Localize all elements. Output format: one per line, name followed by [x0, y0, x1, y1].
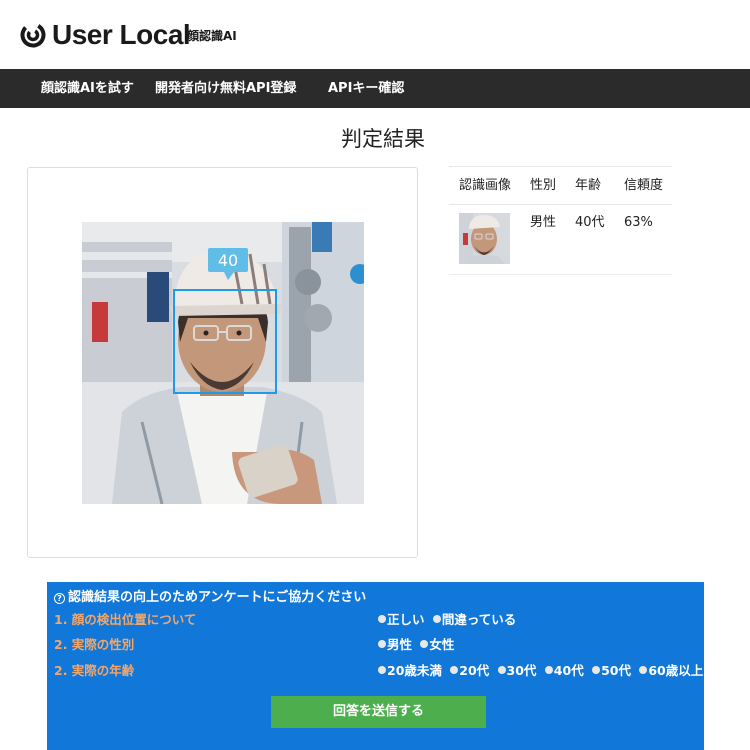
radio-icon [378, 615, 386, 623]
radio-icon [420, 640, 429, 648]
table-row: 男性 40代 63% [449, 205, 672, 275]
radio-icon [378, 640, 386, 648]
question-label-gender: 2. 実際の性別 [54, 637, 135, 652]
radio-age-50s[interactable]: 50代 [592, 663, 631, 679]
result-age: 40代 [575, 215, 605, 230]
analyzed-photo: 40 [82, 222, 364, 504]
radio-icon [497, 666, 506, 674]
nav-item-api-key[interactable]: APIキー確認 [328, 69, 404, 108]
face-thumbnail [459, 213, 510, 264]
survey-title: ? 認識結果の向上のためアンケートにご協力ください [54, 590, 366, 606]
radio-position-wrong[interactable]: 間違っている [432, 612, 516, 628]
result-confidence: 63% [624, 215, 653, 230]
result-gender: 男性 [530, 215, 557, 230]
header-confidence: 信頼度 [624, 178, 664, 193]
radio-age-60plus[interactable]: 60歳以上 [639, 663, 703, 679]
radio-age-20s[interactable]: 20代 [450, 663, 489, 679]
product-name: 顔認識AI [187, 29, 237, 43]
nav-item-try-face-ai[interactable]: 顔認識AIを試す [41, 69, 134, 108]
submit-survey-button[interactable]: 回答を送信する [271, 696, 486, 728]
question-label-position: 1. 顔の検出位置について [54, 612, 197, 627]
radio-icon [592, 666, 601, 674]
survey-panel: ? 認識結果の向上のためアンケートにご協力ください 1. 顔の検出位置について 正… [47, 582, 704, 750]
radio-icon [450, 666, 459, 674]
header-age: 年齢 [575, 178, 602, 193]
site-header: User Local 顔認識AI [0, 0, 750, 69]
results-table: 認識画像 性別 年齢 信頼度 男性 40代 63% [449, 166, 672, 275]
radio-icon [432, 615, 441, 623]
radio-age-40s[interactable]: 40代 [544, 663, 584, 679]
radio-position-correct[interactable]: 正しい [378, 612, 425, 628]
age-bubble-label: 40 [217, 251, 239, 270]
header-recognized-image: 認識画像 [459, 178, 512, 193]
radio-age-30s[interactable]: 30代 [497, 663, 536, 679]
radio-age-under20[interactable]: 20歳未満 [378, 663, 442, 679]
brand-name[interactable]: User Local [52, 19, 191, 51]
radio-icon [544, 666, 553, 674]
radio-icon [378, 666, 386, 674]
options-age: 20歳未満 20代 30代 40代 50代 60歳以上 [378, 663, 707, 679]
main-navbar: 顔認識AIを試す 開発者向け無料API登録 APIキー確認 [0, 69, 750, 108]
radio-icon [639, 666, 648, 674]
analysis-image-panel: 40 [27, 167, 418, 558]
options-gender: 男性 女性 [378, 637, 458, 653]
radio-gender-female[interactable]: 女性 [420, 637, 454, 653]
results-header-row: 認識画像 性別 年齢 信頼度 [449, 166, 672, 205]
page-title: 判定結果 [341, 127, 425, 151]
userlocal-logo-icon[interactable] [20, 22, 46, 48]
options-position: 正しい 間違っている [378, 612, 520, 628]
nav-item-api-register[interactable]: 開発者向け無料API登録 [155, 69, 296, 108]
radio-gender-male[interactable]: 男性 [378, 637, 412, 653]
question-circle-icon: ? [54, 593, 65, 604]
question-label-age: 2. 実際の年齢 [54, 663, 135, 678]
header-gender: 性別 [530, 178, 557, 193]
